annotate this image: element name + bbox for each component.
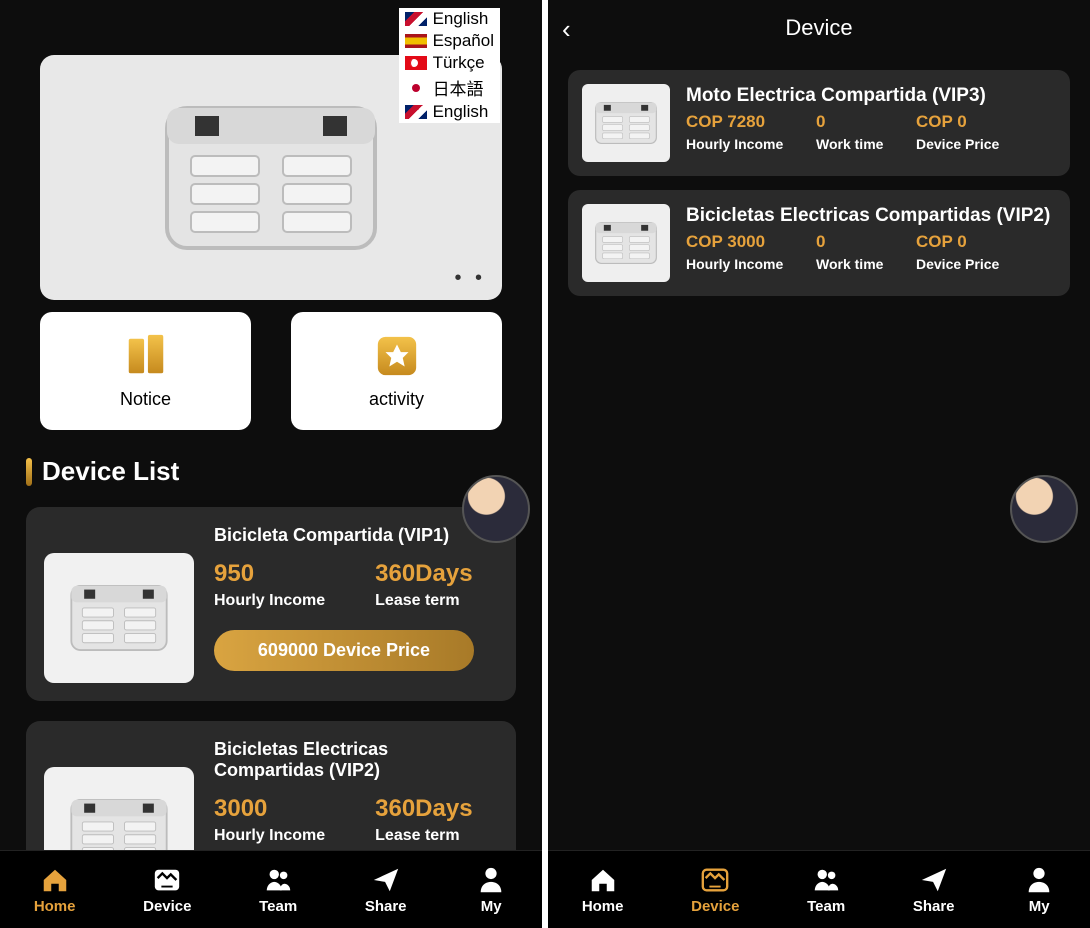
nav-team[interactable]: Team xyxy=(259,865,297,915)
nav-my[interactable]: My xyxy=(1022,865,1056,915)
nav-team[interactable]: Team xyxy=(807,865,845,915)
activity-icon xyxy=(374,333,420,379)
nav-home[interactable]: Home xyxy=(582,865,624,915)
flag-uk-icon xyxy=(405,105,427,119)
page-title: Device xyxy=(785,15,852,41)
lang-option-turkce[interactable]: Türkçe xyxy=(399,52,500,74)
hourly-income-value: 3000 xyxy=(214,795,325,823)
nav-label: Team xyxy=(259,898,297,915)
device-image xyxy=(131,88,411,268)
lang-option-english[interactable]: English xyxy=(399,8,500,30)
work-time-label: Work time xyxy=(816,256,916,272)
nav-label: Share xyxy=(365,898,407,915)
hourly-income-label: Hourly Income xyxy=(686,256,816,272)
hourly-income-value: COP 7280 xyxy=(686,112,816,132)
device-icon xyxy=(698,865,732,895)
nav-label: Home xyxy=(34,898,76,915)
carousel-dots[interactable]: • • xyxy=(454,267,486,290)
support-avatar[interactable] xyxy=(1010,475,1078,543)
notice-button[interactable]: Notice xyxy=(40,312,251,430)
lang-option-japanese[interactable]: 日本語 xyxy=(399,74,500,101)
work-time-label: Work time xyxy=(816,136,916,152)
device-price-label: Device Price xyxy=(916,256,1036,272)
team-icon xyxy=(809,865,843,895)
support-avatar[interactable] xyxy=(462,475,530,543)
hourly-income-label: Hourly Income xyxy=(686,136,816,152)
quick-actions: Notice activity xyxy=(40,312,502,430)
device-title: Bicicletas Electricas Compartidas (VIP2) xyxy=(214,739,498,781)
lang-option-espanol[interactable]: Español xyxy=(399,30,500,52)
back-button[interactable]: ‹ xyxy=(562,14,571,45)
lang-label: English xyxy=(433,102,489,122)
nav-label: My xyxy=(1029,898,1050,915)
share-icon xyxy=(369,865,403,895)
lease-term-label: Lease term xyxy=(375,592,472,610)
heading-text: Device List xyxy=(42,456,179,487)
flag-es-icon xyxy=(405,34,427,48)
lease-term-label: Lease term xyxy=(375,827,472,845)
activity-label: activity xyxy=(369,389,424,410)
device-icon xyxy=(150,865,184,895)
language-menu[interactable]: English Español Türkçe 日本語 English xyxy=(399,8,500,123)
lang-option-english-2[interactable]: English xyxy=(399,101,500,123)
screen-home: English Español Türkçe 日本語 English • • xyxy=(0,0,542,928)
device-price-button[interactable]: 609000 Device Price xyxy=(214,630,474,671)
flag-jp-icon xyxy=(405,81,427,95)
screen-device: ‹ Device Moto Electrica Compartida (VIP3… xyxy=(548,0,1090,928)
lease-term-value: 360Days xyxy=(375,560,472,588)
my-icon xyxy=(474,865,508,895)
share-icon xyxy=(917,865,951,895)
device-title: Bicicleta Compartida (VIP1) xyxy=(214,525,498,546)
notice-icon xyxy=(123,333,169,379)
lang-label: Türkçe xyxy=(433,53,485,73)
nav-label: Device xyxy=(143,898,191,915)
home-icon xyxy=(586,865,620,895)
bottom-nav: Home Device Team Share My xyxy=(548,850,1090,928)
nav-share[interactable]: Share xyxy=(913,865,955,915)
flag-tr-icon xyxy=(405,56,427,70)
hourly-income-label: Hourly Income xyxy=(214,827,325,845)
lease-term-value: 360Days xyxy=(375,795,472,823)
bottom-nav: Home Device Team Share My xyxy=(0,850,542,928)
nav-share[interactable]: Share xyxy=(365,865,407,915)
device-header: ‹ Device xyxy=(548,0,1090,56)
team-icon xyxy=(261,865,295,895)
device-thumb xyxy=(582,84,670,162)
hourly-income-value: COP 3000 xyxy=(686,232,816,252)
hourly-income-value: 950 xyxy=(214,560,325,588)
nav-device[interactable]: Device xyxy=(143,865,191,915)
work-time-value: 0 xyxy=(816,112,916,132)
nav-device[interactable]: Device xyxy=(691,865,739,915)
work-time-value: 0 xyxy=(816,232,916,252)
nav-label: Team xyxy=(807,898,845,915)
lang-label: English xyxy=(433,9,489,29)
device-list-heading: Device List xyxy=(26,456,542,487)
device-name: Moto Electrica Compartida (VIP3) xyxy=(686,84,1056,108)
nav-label: Share xyxy=(913,898,955,915)
nav-home[interactable]: Home xyxy=(34,865,76,915)
heading-accent xyxy=(26,458,32,486)
my-icon xyxy=(1022,865,1056,895)
nav-label: Home xyxy=(582,898,624,915)
nav-my[interactable]: My xyxy=(474,865,508,915)
device-price-value: COP 0 xyxy=(916,112,1036,132)
hourly-income-label: Hourly Income xyxy=(214,592,325,610)
lang-label: Español xyxy=(433,31,494,51)
device-price-label: Device Price xyxy=(916,136,1036,152)
back-icon: ‹ xyxy=(562,14,571,44)
device-thumb xyxy=(44,553,194,683)
notice-label: Notice xyxy=(120,389,171,410)
nav-label: My xyxy=(481,898,502,915)
activity-button[interactable]: activity xyxy=(291,312,502,430)
device-thumb xyxy=(582,204,670,282)
owned-device-card[interactable]: Moto Electrica Compartida (VIP3) COP 728… xyxy=(568,70,1070,176)
lang-label: 日本語 xyxy=(433,75,484,100)
home-icon xyxy=(38,865,72,895)
device-name: Bicicletas Electricas Compartidas (VIP2) xyxy=(686,204,1056,228)
nav-label: Device xyxy=(691,898,739,915)
owned-device-card[interactable]: Bicicletas Electricas Compartidas (VIP2)… xyxy=(568,190,1070,296)
flag-uk-icon xyxy=(405,12,427,26)
device-price-value: COP 0 xyxy=(916,232,1036,252)
device-list-item[interactable]: Bicicleta Compartida (VIP1) 950 Hourly I… xyxy=(26,507,516,701)
